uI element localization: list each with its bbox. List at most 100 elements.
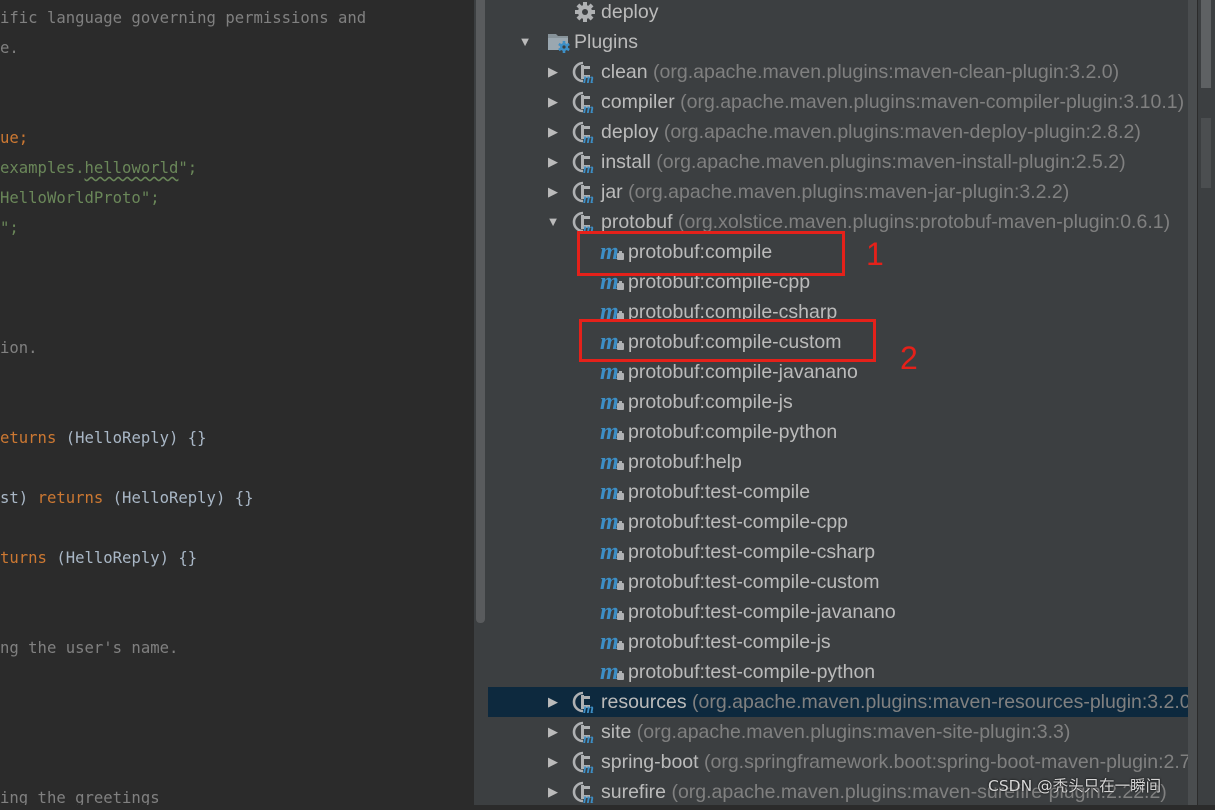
expand-caret-right-icon[interactable]: ▶ [546, 147, 560, 177]
maven-goal-icon: m [600, 659, 626, 685]
tree-row-protobuf-test-compile[interactable]: m protobuf:test-compile [488, 477, 1195, 507]
maven-goal-icon: m [600, 569, 626, 595]
tree-row-protobuf-test-compile-js[interactable]: m protobuf:test-compile-js [488, 627, 1195, 657]
code-line: ing the greetings [0, 783, 160, 805]
svg-text:m: m [583, 702, 594, 714]
tree-row-name: clean [601, 61, 648, 83]
code-line: ific language governing permissions and [0, 3, 366, 33]
maven-goal-icon: m [600, 389, 626, 415]
expand-caret-right-icon[interactable]: ▶ [546, 117, 560, 147]
code-token: e. [0, 39, 19, 57]
tree-row-jar[interactable]: ▶ m jar (org.apache.maven.plugins:maven-ja… [488, 177, 1195, 207]
code-token: (HelloReply) {} [46, 549, 198, 567]
tree-row-plugins[interactable]: ▼ Plugins [488, 27, 1195, 57]
svg-text:m: m [600, 480, 619, 504]
tree-row-spring-boot[interactable]: ▶ m spring-boot (org.springframework.boot:… [488, 747, 1195, 777]
svg-text:m: m [600, 390, 619, 414]
svg-text:m: m [583, 762, 594, 774]
svg-text:m: m [600, 600, 619, 624]
tree-row-name: resources [601, 691, 687, 713]
tree-row-name: deploy [601, 121, 659, 143]
tree-row-label: compiler (org.apache.maven.plugins:maven… [601, 87, 1184, 117]
plugin-coordinates: (org.apache.maven.plugins:maven-deploy-p… [658, 121, 1141, 143]
tree-row-site[interactable]: ▶ m site (org.apache.maven.plugins:maven-s… [488, 717, 1195, 747]
annotation-number: 2 [900, 340, 918, 376]
maven-goal-icon: m [600, 629, 626, 655]
expand-caret-down-icon[interactable]: ▼ [546, 207, 560, 237]
tree-row-install[interactable]: ▶ m install (org.apache.maven.plugins:mave… [488, 147, 1195, 177]
tree-row-protobuf-test-compile-cpp[interactable]: m protobuf:test-compile-cpp [488, 507, 1195, 537]
annotation-number: 1 [866, 236, 884, 272]
svg-text:m: m [600, 420, 619, 444]
tree-row-deploy[interactable]: ▶ m deploy (org.apache.maven.plugins:maven… [488, 117, 1195, 147]
tree-row-protobuf-help[interactable]: m protobuf:help [488, 447, 1195, 477]
code-line: "; [0, 213, 19, 243]
maven-plugin-icon: m [572, 120, 598, 147]
plugins-folder-icon [546, 30, 572, 54]
expand-caret-right-icon[interactable]: ▶ [546, 747, 560, 777]
maven-plugin-icon: m [572, 690, 598, 717]
code-token: ion. [0, 339, 38, 357]
expand-caret-down-icon[interactable]: ▼ [518, 27, 532, 57]
tree-row-protobuf-test-compile-python[interactable]: m protobuf:test-compile-python [488, 657, 1195, 687]
tree-row-label: spring-boot (org.springframework.boot:sp… [601, 747, 1191, 777]
tree-row-label: protobuf:test-compile-python [628, 657, 875, 687]
code-token: examples. [0, 159, 85, 177]
code-editor[interactable]: ific language governing permissions and e… [0, 0, 474, 805]
tree-row-label: protobuf:test-compile-cpp [628, 507, 848, 537]
maven-plugin-icon: m [572, 150, 598, 177]
svg-text:m: m [600, 630, 619, 654]
stripe-tab-maven[interactable] [1201, 0, 1211, 88]
tree-row-label: resources (org.apache.maven.plugins:mave… [601, 687, 1197, 717]
tree-row-name: protobuf:compile-javanano [628, 361, 858, 383]
code-line: turns (HelloReply) {} [0, 543, 197, 573]
code-token: ific language governing permissions and [0, 9, 367, 27]
tree-row-label: deploy [601, 0, 658, 27]
svg-text:m: m [583, 162, 594, 174]
maven-plugin-icon: m [572, 720, 598, 747]
tree-row-label: protobuf:compile-python [628, 417, 837, 447]
svg-text:m: m [600, 510, 619, 534]
code-token: ing the greetings [0, 789, 160, 805]
gear-icon [572, 0, 598, 24]
tree-row-protobuf-test-compile-csharp[interactable]: m protobuf:test-compile-csharp [488, 537, 1195, 567]
svg-text:m: m [583, 102, 594, 114]
tree-row-name: protobuf:test-compile-csharp [628, 541, 876, 563]
svg-text:m: m [583, 132, 594, 144]
tree-row-name: protobuf:test-compile-js [628, 631, 831, 653]
tree-row-protobuf-compile-js[interactable]: m protobuf:compile-js [488, 387, 1195, 417]
expand-caret-right-icon[interactable]: ▶ [546, 57, 560, 87]
expand-caret-right-icon[interactable]: ▶ [546, 717, 560, 747]
maven-plugin-icon: m [572, 60, 598, 87]
code-token: ue; [0, 129, 29, 147]
expand-caret-right-icon[interactable]: ▶ [546, 777, 560, 807]
expand-caret-right-icon[interactable]: ▶ [546, 87, 560, 117]
maven-plugin-icon: m [572, 90, 598, 117]
maven-goal-icon: m [600, 419, 626, 445]
tree-row-resources[interactable]: ▶ m resources (org.apache.maven.plugins:ma… [488, 687, 1197, 717]
tree-row-clean[interactable]: ▶ m clean (org.apache.maven.plugins:maven-… [488, 57, 1195, 87]
code-token: st) [0, 489, 38, 507]
tree-row-protobuf-compile-python[interactable]: m protobuf:compile-python [488, 417, 1195, 447]
expand-caret-right-icon[interactable]: ▶ [546, 177, 560, 207]
tree-row-compiler[interactable]: ▶ m compiler (org.apache.maven.plugins:mav… [488, 87, 1195, 117]
code-token: turns [0, 549, 47, 567]
maven-scrollbar[interactable] [1188, 0, 1197, 805]
tree-row-name: protobuf:test-compile-cpp [628, 511, 849, 533]
tree-row-name: protobuf:help [628, 451, 742, 473]
tree-row-name: protobuf:test-compile [628, 481, 811, 503]
code-line: e. [0, 33, 19, 63]
editor-scrollbar-thumb[interactable] [476, 0, 485, 623]
stripe-tab-other[interactable] [1201, 118, 1211, 188]
code-token: returns [37, 489, 104, 507]
tree-row-protobuf-test-compile-javanano[interactable]: m protobuf:test-compile-javanano [488, 597, 1195, 627]
plugin-coordinates: (org.apache.maven.plugins:maven-clean-pl… [647, 61, 1120, 83]
expand-caret-right-icon[interactable]: ▶ [546, 687, 560, 717]
tree-row-name: protobuf:test-compile-custom [628, 571, 880, 593]
tree-row-deploy[interactable]: deploy [488, 0, 1195, 27]
maven-goal-icon: m [600, 449, 626, 475]
watermark: CSDN @秃头只在一瞬间 [988, 777, 1162, 795]
tree-row-label: install (org.apache.maven.plugins:maven-… [601, 147, 1126, 177]
tree-row-label: protobuf:test-compile-js [628, 627, 831, 657]
tree-row-protobuf-test-compile-custom[interactable]: m protobuf:test-compile-custom [488, 567, 1195, 597]
